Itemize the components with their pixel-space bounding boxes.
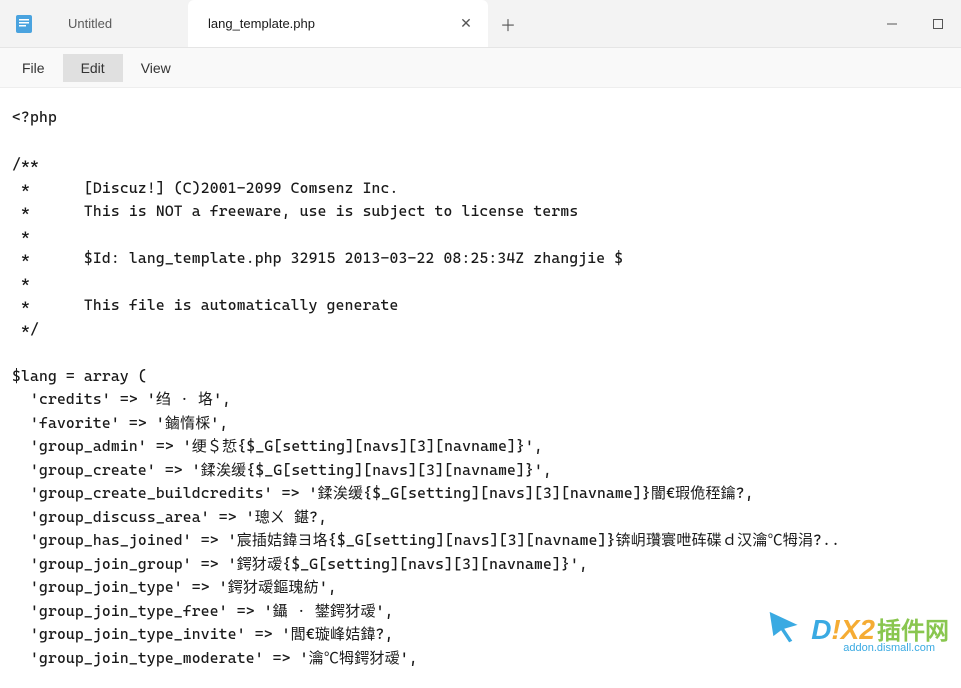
menu-edit[interactable]: Edit <box>63 54 123 82</box>
tab-label: Untitled <box>68 16 168 31</box>
titlebar: Untitled lang_template.php ✕ ＋ <box>0 0 961 48</box>
tab-active[interactable]: lang_template.php ✕ <box>188 0 488 47</box>
new-tab-button[interactable]: ＋ <box>488 0 528 47</box>
app-icon <box>0 0 48 47</box>
tab-label: lang_template.php <box>208 16 454 31</box>
window-controls <box>869 0 961 47</box>
close-icon[interactable]: ✕ <box>454 12 478 36</box>
tab-untitled[interactable]: Untitled <box>48 0 188 47</box>
menu-file[interactable]: File <box>4 54 63 82</box>
minimize-button[interactable] <box>869 0 915 47</box>
editor-content[interactable]: <?php /** * [Discuz!] (C)2001-2099 Comse… <box>0 88 961 688</box>
maximize-button[interactable] <box>915 0 961 47</box>
menubar: File Edit View <box>0 48 961 88</box>
menu-view[interactable]: View <box>123 54 189 82</box>
